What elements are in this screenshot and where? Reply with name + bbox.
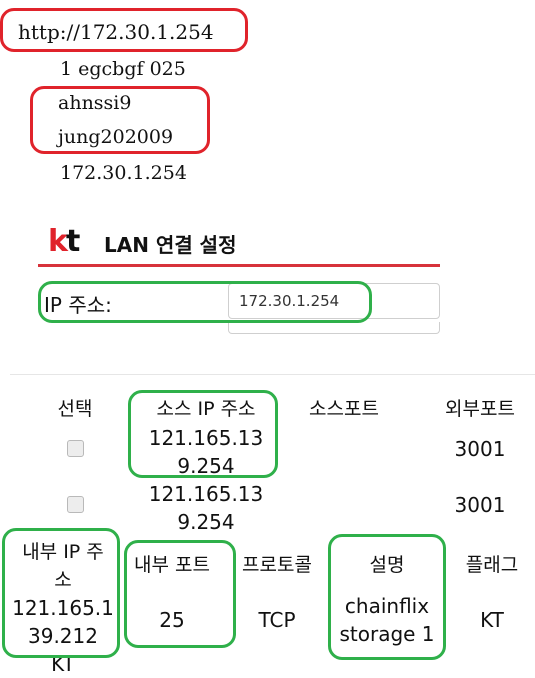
source-ip-highlight xyxy=(128,390,278,478)
col-flag: 플래그 xyxy=(465,554,519,576)
kt-logo-k: k xyxy=(48,224,68,259)
ssid-note: 1 egcbgf 025 xyxy=(60,58,186,80)
col-source-port: 소스포트 xyxy=(309,398,379,420)
ip-highlight xyxy=(38,281,372,323)
protocol-value: TCP xyxy=(258,608,296,632)
kt-logo: kt xyxy=(48,224,80,259)
col-select: 선택 xyxy=(57,398,93,420)
row-1-checkbox[interactable] xyxy=(67,440,84,457)
col-external-port: 외부포트 xyxy=(445,398,515,420)
row-2-external-port: 3001 xyxy=(454,493,506,517)
section-divider xyxy=(10,374,535,375)
description-highlight xyxy=(328,534,446,660)
row-2-checkbox[interactable] xyxy=(67,496,84,513)
ip-note: 172.30.1.254 xyxy=(60,162,187,184)
header-divider xyxy=(38,264,440,267)
row-2-source-ip-line1: 121.165.13 xyxy=(148,482,264,506)
credentials-highlight xyxy=(30,86,210,154)
internal-port-highlight xyxy=(124,540,236,648)
internal-ip-highlight xyxy=(2,528,120,658)
row-2-source-ip: 121.165.13 9.254 xyxy=(138,480,274,536)
url-highlight xyxy=(0,8,248,52)
row-2-source-ip-line2: 9.254 xyxy=(177,510,235,534)
row-1-external-port: 3001 xyxy=(454,437,506,461)
kt-logo-t: t xyxy=(65,224,80,259)
col-protocol: 프로토콜 xyxy=(242,554,312,576)
next-field-partial[interactable] xyxy=(228,322,440,334)
page-title: LAN 연결 설정 xyxy=(104,233,237,257)
flag-value: KT xyxy=(480,608,504,632)
